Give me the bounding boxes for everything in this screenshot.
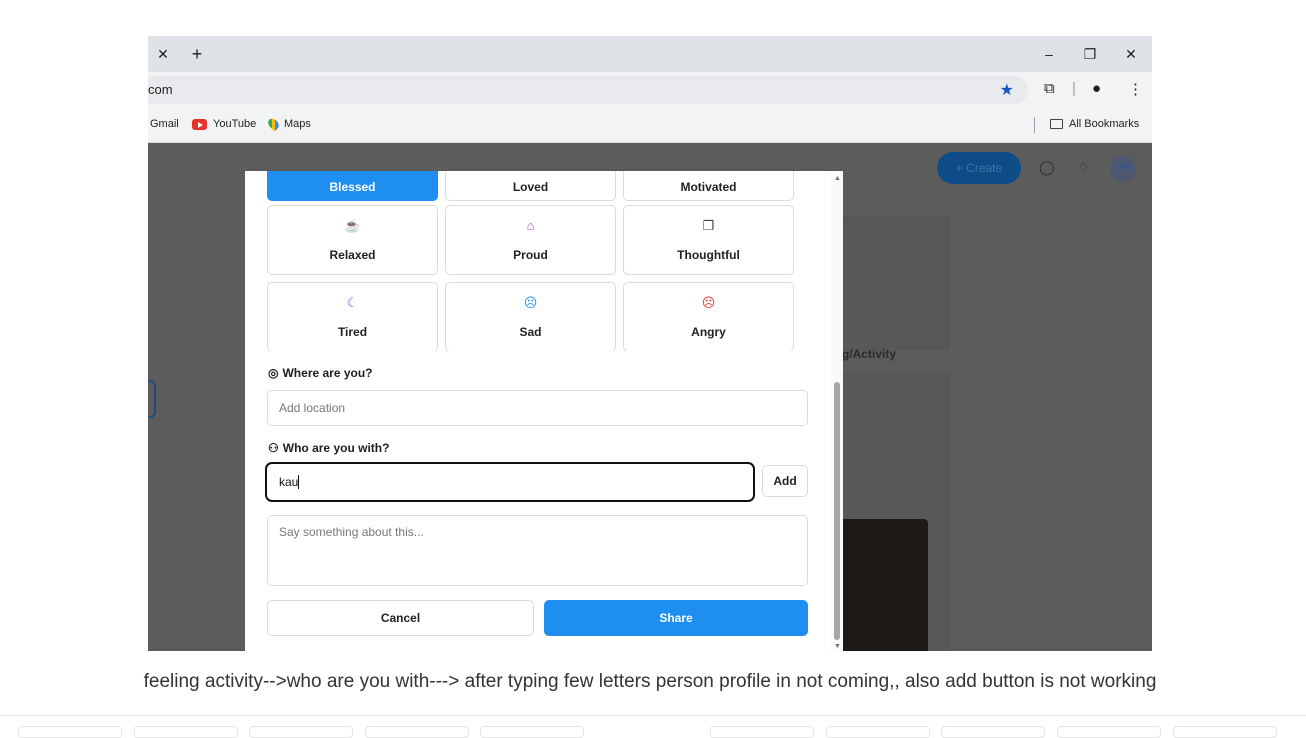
scroll-up-arrow-icon[interactable]: ▲ (834, 175, 841, 182)
all-bookmarks-label: All Bookmarks (1069, 118, 1140, 130)
bookmark-label: Gmail (150, 118, 179, 130)
restore-button[interactable]: ❐ (1075, 44, 1105, 64)
mood-label: Motivated (680, 180, 737, 194)
scrollbar-thumb[interactable] (834, 382, 840, 640)
book-icon: ❐ (702, 218, 715, 233)
tag-people-input[interactable]: kau (265, 462, 755, 502)
cancel-button[interactable]: Cancel (267, 600, 534, 636)
location-label: ◎ Where are you? (268, 366, 373, 380)
address-text: com (148, 82, 173, 97)
users-icon: ⚇ (268, 441, 279, 455)
mood-label: Relaxed (329, 248, 376, 262)
mood-label: Angry (691, 325, 726, 339)
create-button[interactable]: + Create (937, 152, 1021, 184)
mood-proud[interactable]: ⌂ Proud (445, 205, 616, 275)
partial-element (480, 726, 584, 738)
location-input[interactable]: Add location (267, 390, 808, 426)
mood-angry[interactable]: ☹ Angry (623, 282, 794, 351)
moon-icon: ☾ (346, 295, 359, 310)
minimize-button[interactable]: – (1034, 44, 1064, 64)
bookmarks-divider (1034, 117, 1035, 133)
bookmark-gmail[interactable]: Gmail (150, 118, 179, 130)
mood-sad[interactable]: ☹ Sad (445, 282, 616, 351)
star-icon[interactable]: ★ (1000, 80, 1014, 100)
background-label: g/Activity (842, 347, 897, 361)
graduation-cap-icon: ⌂ (526, 218, 535, 233)
close-window-button[interactable]: ✕ (1116, 44, 1146, 64)
with-label-text: Who are you with? (282, 441, 390, 455)
bookmark-label: YouTube (213, 118, 257, 130)
text-caret (298, 475, 300, 489)
bookmarks-bar: Gmail YouTube Maps All Bookmarks (148, 108, 1152, 143)
mood-blessed[interactable]: Blessed (267, 171, 438, 201)
mood-relaxed[interactable]: ☕ Relaxed (267, 205, 438, 275)
bookmark-label: Maps (284, 118, 311, 130)
partial-element (1173, 726, 1277, 738)
tab-close-button[interactable]: ✕ (152, 44, 174, 64)
tab-strip: ✕ + – ❐ ✕ (148, 36, 1152, 72)
partial-element (134, 726, 238, 738)
location-pin-icon: ◎ (268, 366, 279, 380)
mood-label: Tired (337, 325, 368, 339)
coffee-icon: ☕ (344, 218, 361, 233)
share-button[interactable]: Share (544, 600, 808, 636)
bookmark-maps[interactable]: Maps (266, 116, 311, 132)
chat-icon[interactable]: ◯ (1039, 159, 1055, 176)
all-bookmarks-button[interactable]: All Bookmarks (1050, 118, 1139, 130)
angry-face-icon: ☹ (701, 295, 716, 310)
new-tab-button[interactable]: + (186, 43, 208, 65)
partial-element (826, 726, 930, 738)
sad-face-icon: ☹ (523, 295, 538, 310)
toolbar-divider: | (1072, 80, 1076, 97)
avatar[interactable]: PK (1110, 156, 1136, 182)
mood-tired[interactable]: ☾ Tired (267, 282, 438, 351)
folder-icon (1050, 119, 1063, 129)
bell-icon[interactable]: ♢ (1077, 159, 1090, 176)
scroll-down-arrow-icon[interactable]: ▼ (834, 643, 841, 650)
partial-element (18, 726, 122, 738)
issue-caption: feeling activity-->who are you with---> … (143, 671, 1157, 692)
mood-label: Thoughtful (677, 248, 740, 262)
add-person-button[interactable]: Add (762, 465, 808, 497)
tag-people-value: kau (279, 475, 299, 489)
partial-element (1057, 726, 1161, 738)
screenshot-frame: ✕ + – ❐ ✕ com ★ ⧉ | ● ⋮ Gmail YouTube Ma… (148, 36, 1152, 651)
mood-grid: Blessed Loved Motivated ☕ Relaxed ⌂ Proud … (267, 171, 805, 351)
maps-icon (266, 116, 281, 132)
mood-label: Sad (519, 325, 542, 339)
mood-label: Proud (513, 248, 548, 262)
partial-element (941, 726, 1045, 738)
with-label: ⚇ Who are you with? (268, 441, 389, 455)
background-element (148, 380, 156, 418)
partial-element (249, 726, 353, 738)
profile-avatar-icon[interactable]: ● (1092, 80, 1101, 97)
divider (0, 715, 1306, 716)
partial-element (710, 726, 814, 738)
partial-element (365, 726, 469, 738)
mood-label: Blessed (329, 180, 376, 194)
modal-scrollbar[interactable]: ▲ ▼ (831, 171, 843, 651)
bookmark-youtube[interactable]: YouTube (192, 118, 256, 130)
mood-thoughtful[interactable]: ❐ Thoughtful (623, 205, 794, 275)
menu-icon[interactable]: ⋮ (1128, 80, 1143, 98)
mood-loved[interactable]: Loved (445, 171, 616, 201)
location-label-text: Where are you? (282, 366, 373, 380)
feeling-activity-modal: Blessed Loved Motivated ☕ Relaxed ⌂ Proud … (245, 171, 843, 651)
youtube-icon (192, 118, 207, 130)
background-image (838, 519, 928, 651)
mood-motivated[interactable]: Motivated (623, 171, 794, 201)
extensions-icon[interactable]: ⧉ (1044, 80, 1055, 97)
address-bar[interactable]: com ★ (148, 76, 1028, 104)
browser-toolbar: com ★ ⧉ | ● ⋮ (148, 72, 1152, 108)
note-textarea[interactable]: Say something about this... (267, 515, 808, 586)
mood-label: Loved (512, 180, 549, 194)
